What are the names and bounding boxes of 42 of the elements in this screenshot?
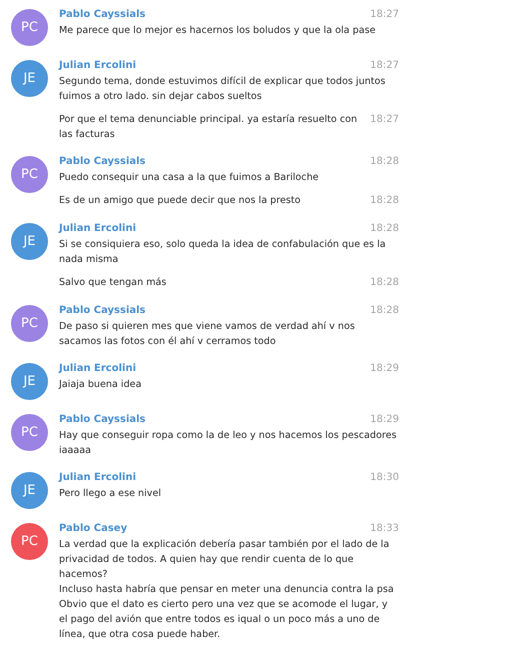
avatar-initials: PC [21, 20, 38, 35]
message-time: 18:27 [370, 113, 399, 127]
sender-name[interactable]: Julian Ercolini [59, 470, 136, 486]
avatar-initials: JE [23, 374, 36, 389]
sender-name[interactable]: Pablo Casey [59, 521, 128, 537]
sender-name[interactable]: Pablo Cayssials [59, 7, 146, 23]
message-time: 18:29 [370, 362, 399, 376]
message-text: La verdad que la explicación debería pasar también por el lado de la privacidad de todos. A quien hay que rendir cuenta de lo que hacemos? Incluso hasta habría que pensar en meter una denuncia contra la psa Obvio que el dato es cierto pero una vez que se acomode el lugar, y el pago del avión que entre todos es iqual o un poco más a uno de línea, que otra cosa puede haber. [59, 538, 395, 642]
message-time: 18:28 [370, 304, 399, 318]
message-text: Por que el tema denunciable principal. ya estaría resuelto con las facturas [59, 113, 358, 142]
message-time: 18:28 [370, 222, 399, 236]
avatar-initials: PC [21, 167, 38, 182]
message-time: 18:27 [370, 59, 399, 73]
sender-name[interactable]: Julian Ercolini [59, 221, 136, 237]
avatar-initials: PC [21, 534, 38, 549]
message-time: 18:27 [370, 8, 399, 22]
message-text: Puedo consequir una casa a la que fuimos a Bariloche [59, 171, 320, 185]
message-time: 18:33 [370, 522, 399, 536]
sender-name[interactable]: Pablo Cayssials [59, 303, 146, 319]
avatar-initials: JE [23, 234, 36, 249]
avatar-initials: JE [23, 483, 36, 498]
sender-name[interactable]: Pablo Cayssials [59, 412, 146, 428]
sender-name[interactable]: Pablo Cayssials [59, 154, 146, 170]
message-text: Si se consiquiera eso, solo queda la idea de confabulación que es la nada misma [59, 238, 387, 267]
message-text: Pero llego a ese nivel [59, 487, 162, 501]
avatar-initials: JE [23, 71, 36, 86]
message-text: Salvo que tengan más [59, 276, 168, 290]
sender-name[interactable]: Julian Ercolini [59, 361, 136, 377]
message-text: Hay que conseguir ropa como la de leo y nos hacemos los pescadores iaaaaa [59, 429, 398, 458]
avatar-initials: PC [21, 425, 38, 440]
avatar-initials: PC [21, 316, 38, 331]
sender-name[interactable]: Julian Ercolini [59, 58, 136, 74]
message-text: De paso si quieren mes que viene vamos de verdad ahí v nos sacamos las fotos con él ahí v cerramos todo [59, 320, 356, 349]
message-time: 18:29 [370, 413, 399, 427]
message-text: Me parece que lo mejor es hacernos los boludos y que la ola pase [59, 24, 376, 38]
message-time: 18:30 [370, 471, 399, 485]
message-text: Segundo tema, donde estuvimos difícil de explicar que todos juntos fuimos a otro lado. sin dejar cabos sueltos [59, 75, 386, 104]
message-time: 18:28 [370, 155, 399, 169]
message-time: 18:28 [370, 276, 399, 290]
message-text: Es de un amigo que puede decir que nos la presto [59, 194, 302, 208]
message-text: Jaiaja buena idea [59, 378, 142, 392]
message-time: 18:28 [370, 194, 399, 208]
